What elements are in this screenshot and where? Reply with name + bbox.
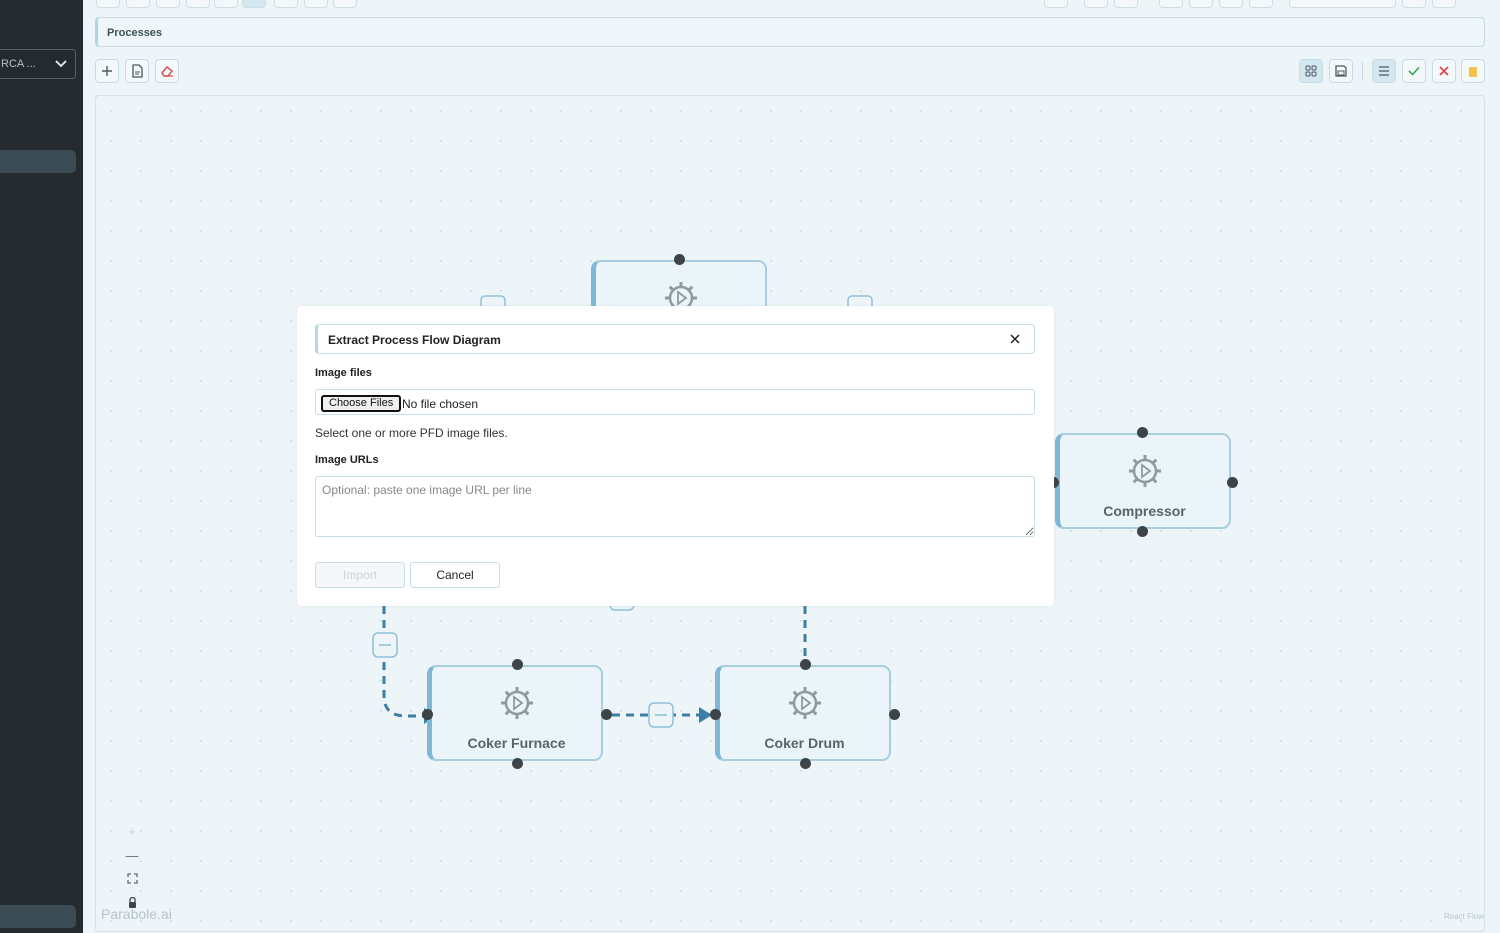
image-urls-label: Image URLs: [315, 454, 379, 466]
extract-pfd-dialog: Extract Process Flow Diagram Image files…: [297, 306, 1054, 606]
file-hint-text: Select one or more PFD image files.: [315, 426, 508, 440]
close-icon: [1010, 334, 1020, 344]
image-urls-textarea[interactable]: [315, 476, 1035, 537]
import-button[interactable]: Import: [315, 562, 405, 588]
choose-files-button[interactable]: Choose Files: [321, 395, 402, 412]
close-button[interactable]: [1006, 330, 1024, 348]
dialog-title: Extract Process Flow Diagram: [328, 333, 501, 347]
image-files-label: Image files: [315, 367, 372, 379]
dialog-header: Extract Process Flow Diagram: [315, 324, 1035, 354]
file-status-text: No file chosen: [402, 397, 479, 411]
cancel-button[interactable]: Cancel: [410, 562, 500, 588]
image-file-input[interactable]: Choose Files No file chosen: [315, 389, 1035, 415]
